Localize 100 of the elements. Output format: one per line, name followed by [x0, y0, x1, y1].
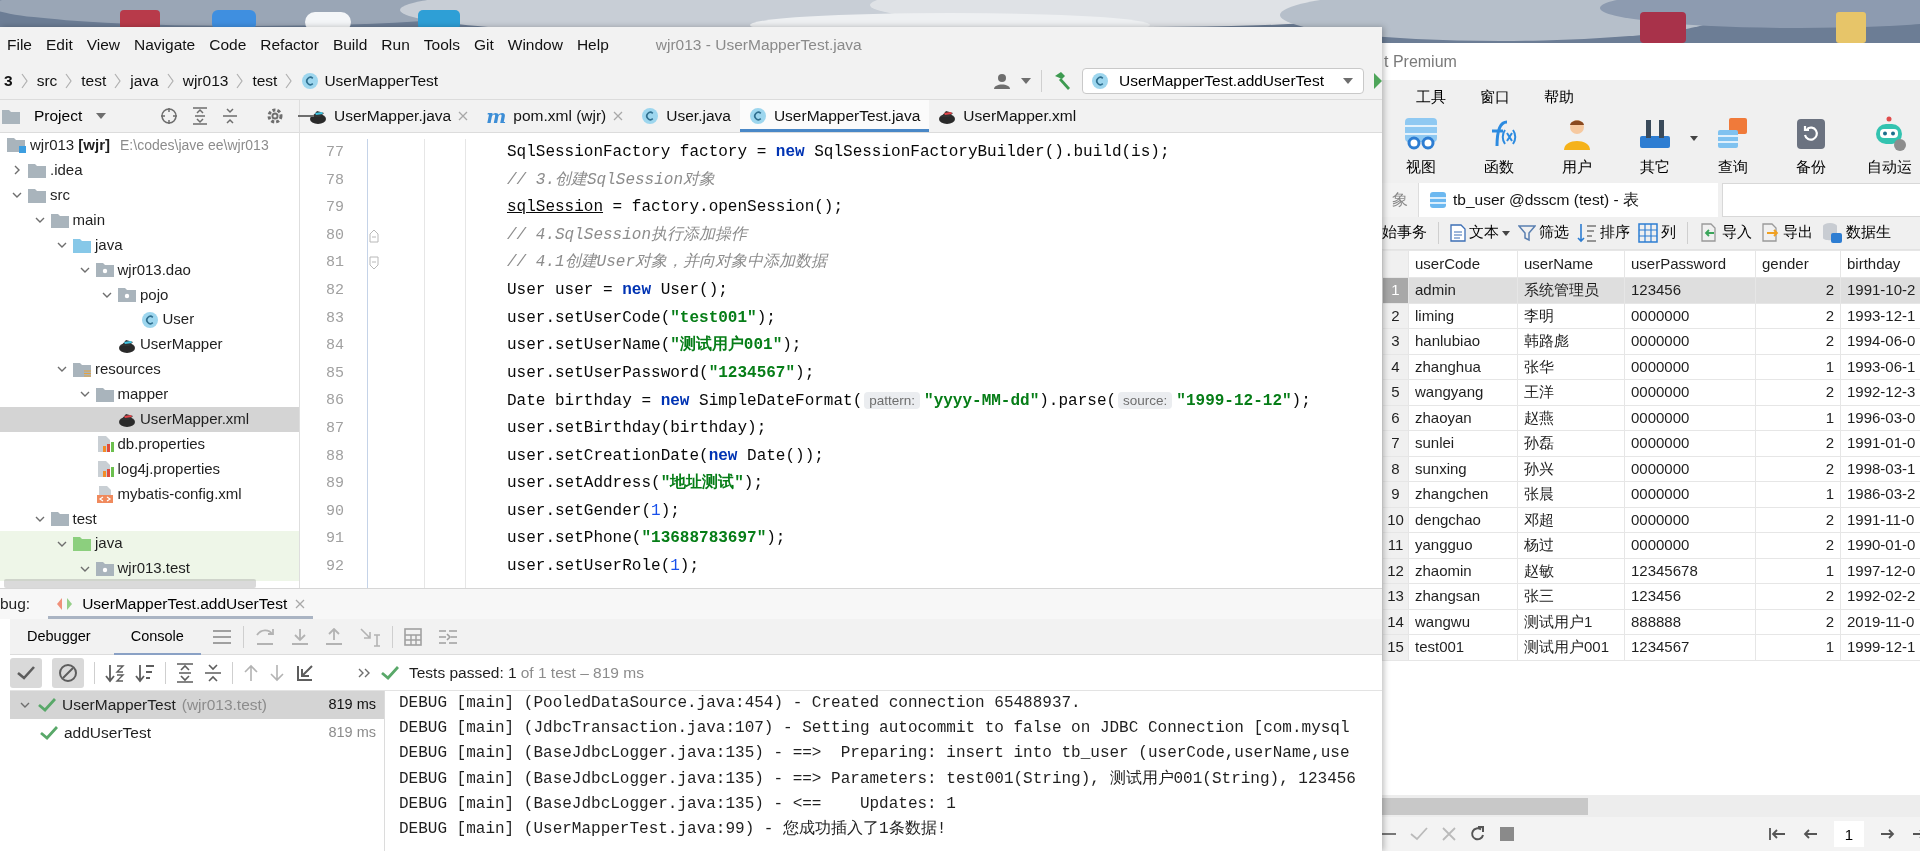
- toolbar-button[interactable]: 排序: [1574, 222, 1633, 244]
- toolbar-button[interactable]: 数据生: [1818, 222, 1894, 244]
- toolbar-button[interactable]: 查询: [1694, 116, 1772, 179]
- breadcrumb-item[interactable]: test: [250, 69, 280, 93]
- menu-item[interactable]: Refactor: [253, 33, 326, 57]
- expand-all-icon[interactable]: [192, 107, 209, 125]
- tree-item[interactable]: resources: [0, 357, 299, 382]
- row-number[interactable]: 14: [1382, 609, 1409, 635]
- toolbar-button[interactable]: 函数: [1460, 116, 1538, 179]
- search-field[interactable]: [1722, 183, 1920, 217]
- toolbar-button[interactable]: 列: [1635, 222, 1679, 244]
- test-item[interactable]: addUserTest 819 ms: [10, 719, 384, 747]
- document-tab[interactable]: tb_user @dsscm (test) - 表: [1418, 183, 1718, 217]
- tree-item[interactable]: wjr013 [wjr] E:\codes\jave ee\wjr013: [0, 133, 299, 158]
- menu-item[interactable]: Git: [466, 33, 501, 57]
- refresh-icon[interactable]: [1470, 826, 1486, 842]
- locate-icon[interactable]: [160, 107, 179, 125]
- row-number[interactable]: 3: [1382, 328, 1409, 354]
- tree-item[interactable]: .idea: [0, 157, 299, 183]
- trace-icon[interactable]: [437, 628, 458, 645]
- run-to-cursor-icon[interactable]: [358, 626, 381, 647]
- close-icon[interactable]: [458, 111, 469, 121]
- toolbar-button[interactable]: 导入: [1696, 222, 1755, 244]
- view-tab[interactable]: Console: [113, 618, 201, 655]
- tree-item[interactable]: main: [0, 207, 299, 233]
- column-header[interactable]: userCode: [1408, 250, 1518, 278]
- menu-item[interactable]: Navigate: [127, 33, 203, 57]
- row-number[interactable]: 15: [1382, 634, 1409, 660]
- tree-item[interactable]: User: [0, 307, 299, 333]
- toolbar-button[interactable]: 自动运: [1850, 116, 1920, 179]
- menu-item[interactable]: Code: [202, 33, 254, 57]
- column-header[interactable]: gender: [1755, 250, 1841, 278]
- sort-icon[interactable]: [105, 662, 125, 683]
- tree-item[interactable]: java: [0, 232, 299, 258]
- step-into-icon[interactable]: [290, 627, 309, 646]
- menu-item[interactable]: Build: [325, 33, 375, 57]
- tree-item[interactable]: src: [0, 182, 299, 208]
- breadcrumb-item[interactable]: src: [34, 69, 60, 93]
- menu-item[interactable]: File: [0, 33, 39, 57]
- tree-item[interactable]: log4j.properties: [0, 456, 299, 482]
- breadcrumb-item[interactable]: 3: [2, 69, 15, 93]
- editor-tab[interactable]: UserMapper.xml: [929, 100, 1086, 132]
- fold-icon[interactable]: [369, 256, 379, 271]
- list-icon[interactable]: [211, 628, 232, 645]
- menu-item[interactable]: Help: [569, 33, 616, 57]
- row-number[interactable]: 5: [1382, 379, 1409, 405]
- user-icon[interactable]: [993, 72, 1011, 90]
- tree-item[interactable]: db.properties: [0, 431, 299, 457]
- breadcrumb-item[interactable]: java: [128, 69, 161, 93]
- row-number[interactable]: 8: [1382, 456, 1409, 482]
- breadcrumb-item[interactable]: test: [79, 69, 109, 93]
- step-over-icon[interactable]: [254, 627, 275, 646]
- debug-tab[interactable]: UserMapperTest.addUserTest: [48, 589, 314, 619]
- menu-item[interactable]: Window: [500, 33, 570, 57]
- scrollbar[interactable]: [1382, 797, 1588, 815]
- caret-icon[interactable]: [1021, 78, 1031, 84]
- import-icon[interactable]: [295, 662, 315, 683]
- tree-item[interactable]: pojo: [0, 282, 299, 308]
- toolbar-button[interactable]: 其它: [1616, 116, 1694, 179]
- row-number[interactable]: 2: [1382, 303, 1409, 329]
- row-number[interactable]: 12: [1382, 558, 1409, 584]
- toolbar-button[interactable]: 视图: [1382, 116, 1460, 179]
- double-chevron-icon[interactable]: [357, 666, 371, 679]
- toolbar-button[interactable]: 备份: [1772, 116, 1850, 179]
- row-number[interactable]: 13: [1382, 583, 1409, 609]
- minus-icon[interactable]: [1382, 832, 1396, 836]
- close-icon[interactable]: [613, 111, 624, 121]
- collapse-all-icon[interactable]: [222, 107, 239, 125]
- toolbar-button[interactable]: 导出: [1757, 222, 1816, 244]
- filter-toggle[interactable]: [52, 657, 84, 688]
- page-field[interactable]: 1: [1834, 821, 1864, 847]
- tree-item[interactable]: UserMapper: [0, 332, 299, 357]
- next-icon[interactable]: [1880, 827, 1896, 841]
- down-arrow-icon[interactable]: [269, 663, 285, 682]
- settings-icon[interactable]: [266, 107, 285, 125]
- tree-item[interactable]: mapper: [0, 381, 299, 407]
- minimize-icon[interactable]: [298, 114, 315, 118]
- step-out-icon[interactable]: [324, 627, 343, 646]
- menu-item[interactable]: View: [79, 33, 128, 57]
- column-header[interactable]: userName: [1517, 250, 1625, 278]
- menu-item[interactable]: 窗口: [1480, 86, 1510, 109]
- menu-item[interactable]: Run: [374, 33, 417, 57]
- row-number[interactable]: 11: [1382, 532, 1409, 558]
- close-icon[interactable]: [295, 599, 306, 609]
- fold-icon[interactable]: [369, 228, 379, 243]
- scrollbar[interactable]: [4, 579, 256, 588]
- row-number[interactable]: 10: [1382, 507, 1409, 533]
- row-number[interactable]: 7: [1382, 430, 1409, 456]
- column-header[interactable]: birthday: [1840, 250, 1920, 278]
- menu-item[interactable]: 工具: [1416, 86, 1446, 109]
- table-icon[interactable]: [403, 627, 422, 646]
- menu-item[interactable]: Edit: [39, 33, 80, 57]
- view-tab[interactable]: Debugger: [10, 618, 108, 655]
- expand-all-icon[interactable]: [176, 662, 194, 683]
- sort-icon[interactable]: [135, 662, 155, 683]
- toolbar-button[interactable]: 筛选: [1515, 222, 1572, 244]
- up-arrow-icon[interactable]: [243, 663, 259, 682]
- tree-item[interactable]: mybatis-config.xml: [0, 481, 299, 507]
- collapse-all-icon[interactable]: [204, 662, 222, 683]
- menu-item[interactable]: Tools: [416, 33, 467, 57]
